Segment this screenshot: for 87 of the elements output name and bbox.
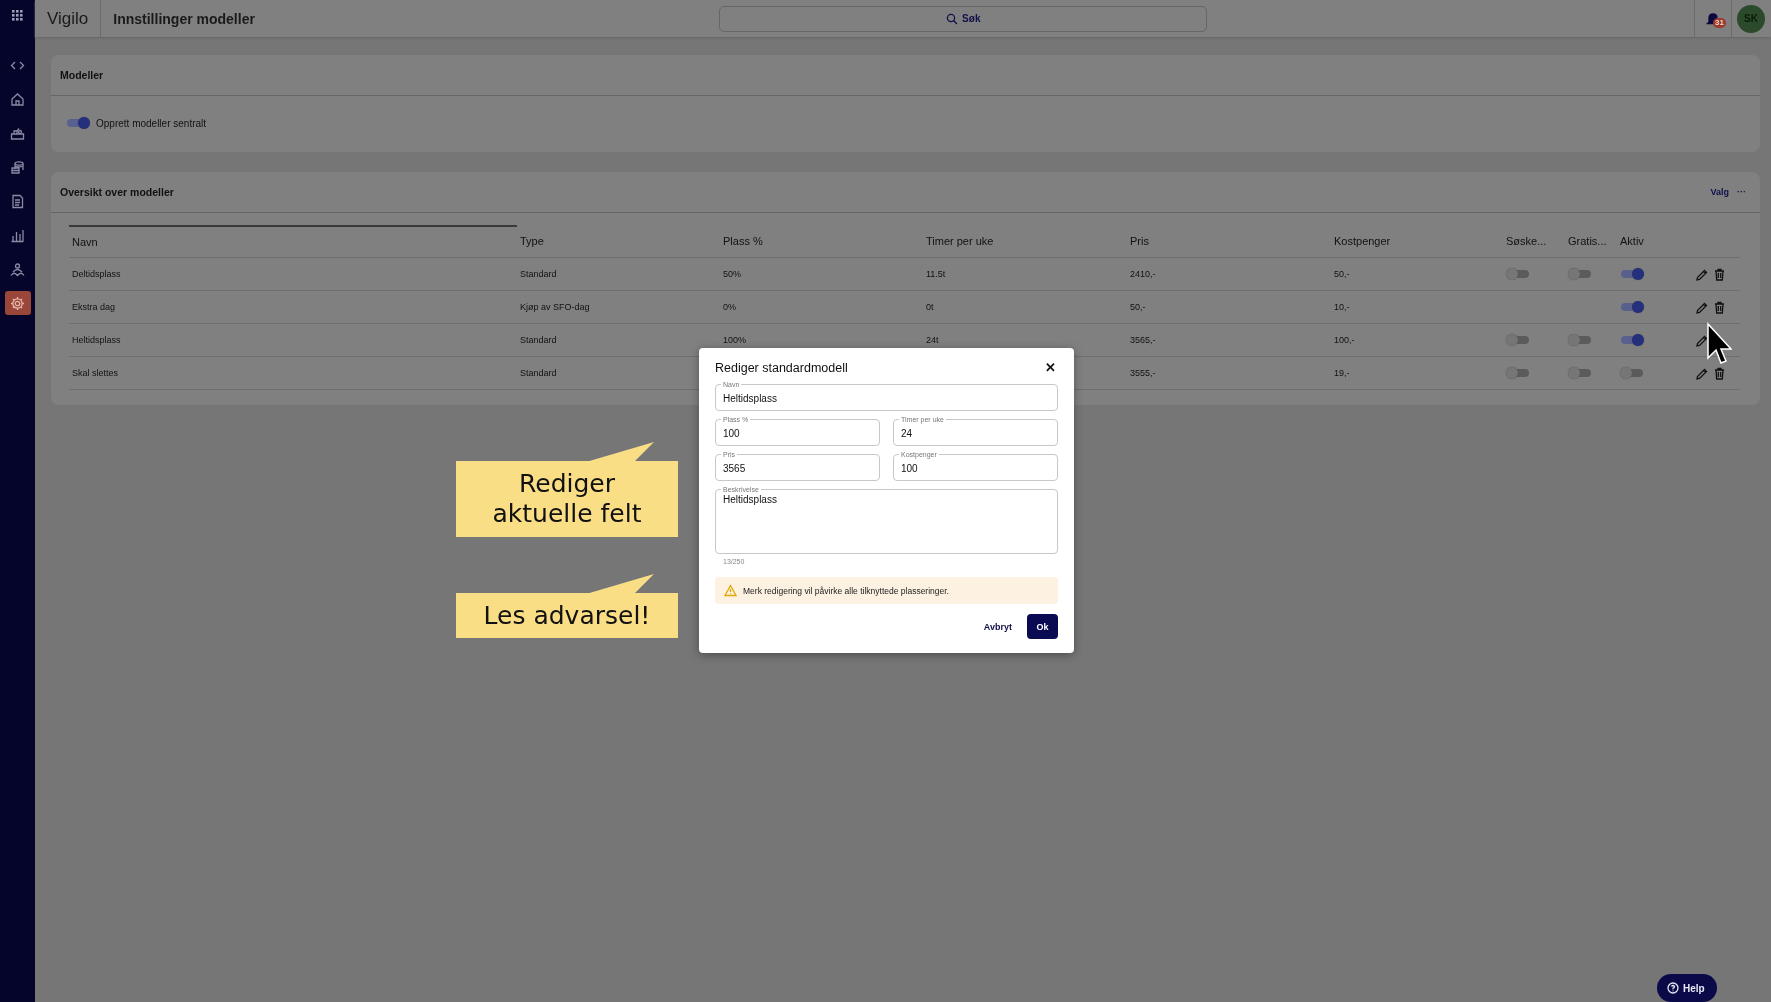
search-field[interactable]: Søk xyxy=(719,5,1208,32)
page-title: Innstillinger modeller xyxy=(113,10,256,27)
column-header[interactable]: Navn xyxy=(69,225,517,257)
table-cell-text: 100,- xyxy=(1333,335,1356,345)
table-cell-text: 50% xyxy=(722,269,742,279)
help-icon xyxy=(1667,982,1679,994)
field-input[interactable]: Heltidsplass xyxy=(723,493,1050,549)
toggle-switch[interactable] xyxy=(1506,366,1530,380)
column-header[interactable]: Timer per uke xyxy=(923,235,1127,247)
toggle-switch[interactable] xyxy=(1620,366,1644,380)
column-header[interactable]: Søske... xyxy=(1503,235,1565,247)
toggle-switch[interactable] xyxy=(1620,300,1644,314)
callout-tail xyxy=(586,574,654,594)
home-icon xyxy=(10,91,25,107)
column-header[interactable]: Kostpenger xyxy=(1331,235,1503,247)
options-link[interactable]: Valg xyxy=(1710,187,1729,197)
search-icon xyxy=(946,12,959,25)
column-header[interactable]: Gratis... xyxy=(1565,235,1617,247)
field-input[interactable]: 3565 xyxy=(723,462,872,476)
cancel-button[interactable]: Avbryt xyxy=(983,621,1012,632)
callout: Les advarsel! xyxy=(456,574,678,638)
table-cell-text: Kjøp av SFO-dag xyxy=(519,302,591,312)
table-cell-text: 0% xyxy=(722,302,737,312)
people-icon xyxy=(10,261,25,277)
table-cell-text: Deltidsplass xyxy=(71,269,122,279)
apps-grid-icon xyxy=(11,9,24,22)
sidebar-item[interactable] xyxy=(4,291,31,315)
more-options-button[interactable]: ··· xyxy=(1737,187,1746,197)
table-cell-text: 3565,- xyxy=(1129,335,1157,345)
table-cell-text: 11.5t xyxy=(925,269,947,279)
trash-icon xyxy=(1713,267,1726,281)
cursor-icon xyxy=(1706,322,1732,366)
column-header[interactable]: Plass % xyxy=(720,235,923,247)
table-cell-text: 50,- xyxy=(1333,269,1351,279)
close-button[interactable]: ✕ xyxy=(1043,360,1058,375)
toggle-switch[interactable] xyxy=(1568,267,1592,281)
table-cell-text: 2410,- xyxy=(1129,269,1157,279)
toggle-switch[interactable] xyxy=(1506,267,1530,281)
column-header[interactable]: Pris xyxy=(1127,235,1331,247)
table-cell-text: 50,- xyxy=(1129,302,1147,312)
document-icon xyxy=(10,193,25,209)
toggle-switch[interactable] xyxy=(1620,333,1644,347)
help-button[interactable]: Help xyxy=(1657,974,1717,1002)
trash-icon xyxy=(1713,300,1726,314)
table-cell-text: 19,- xyxy=(1333,368,1351,378)
pencil-icon xyxy=(1695,366,1708,380)
table-cell-text: 10,- xyxy=(1333,302,1351,312)
table-cell-text: 3555,- xyxy=(1129,368,1157,378)
table-cell-text: Skal slettes xyxy=(71,368,120,378)
table-cell-text: 100% xyxy=(722,335,748,345)
table-cell-text: Standard xyxy=(519,335,558,345)
section-title: Oversikt over modeller xyxy=(60,186,175,198)
pencil-icon xyxy=(1695,267,1708,281)
table-cell-text: 24t xyxy=(925,335,940,345)
ok-button[interactable]: Ok xyxy=(1027,614,1058,639)
table-cell-text: Standard xyxy=(519,368,558,378)
section-title: Modeller xyxy=(60,69,105,81)
bar-chart-icon xyxy=(10,227,25,243)
toggle-switch[interactable] xyxy=(1568,333,1592,347)
notification-badge: 31 xyxy=(1713,18,1726,28)
app-logo[interactable]: Vigilo xyxy=(35,0,102,37)
field-input[interactable]: 100 xyxy=(723,427,872,441)
field-input[interactable]: 100 xyxy=(901,462,1050,476)
toggle-switch[interactable] xyxy=(1506,333,1530,347)
table-cell-text: 0t xyxy=(925,302,935,312)
trash-icon xyxy=(1713,366,1726,380)
field-input[interactable]: 24 xyxy=(901,427,1050,441)
callout: Rediger aktuelle felt xyxy=(456,442,678,537)
callout-tail xyxy=(586,442,654,462)
basket-icon xyxy=(10,125,25,141)
pencil-icon xyxy=(1695,333,1708,347)
toggle-switch[interactable] xyxy=(66,116,90,130)
table-cell-text: Heltidsplass xyxy=(71,335,122,345)
warning-icon xyxy=(724,584,737,597)
dialog-title: Rediger standardmodell xyxy=(715,360,848,375)
coins-icon xyxy=(10,159,25,175)
toggle-switch[interactable] xyxy=(1568,366,1592,380)
column-header[interactable]: Aktiv xyxy=(1617,235,1677,247)
toggle-label: Opprett modeller sentralt xyxy=(96,117,207,129)
table-cell-text: Ekstra dag xyxy=(71,302,117,312)
field-input[interactable]: Heltidsplass xyxy=(723,392,1050,406)
warning-banner: Merk redigering vil påvirke alle tilknyttede plasseringer. xyxy=(715,577,1058,604)
toggle-switch[interactable] xyxy=(1620,267,1644,281)
table-cell-text: Standard xyxy=(519,269,558,279)
column-header[interactable]: Type xyxy=(517,235,720,247)
pencil-icon xyxy=(1695,300,1708,314)
settings-icon xyxy=(10,295,25,311)
